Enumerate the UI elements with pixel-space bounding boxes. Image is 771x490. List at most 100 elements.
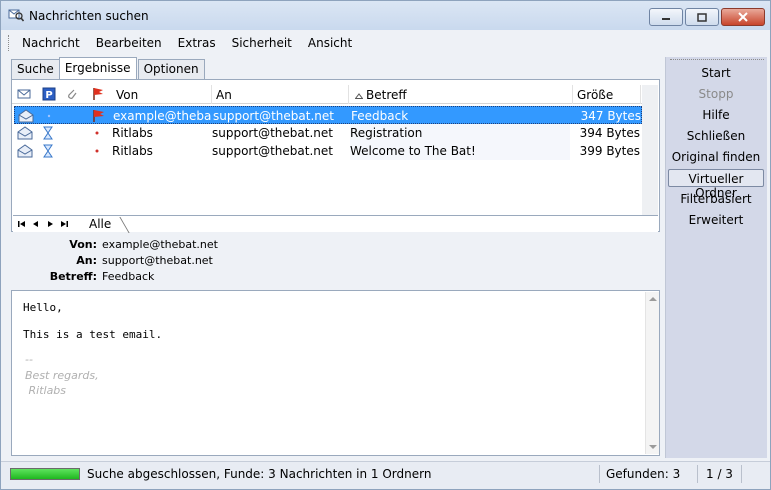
svg-text:P: P [45, 90, 52, 101]
column-an[interactable]: An [212, 85, 349, 104]
signature-line: Ritlabs [25, 384, 67, 397]
filter-based-button[interactable]: Filterbasiert [668, 190, 764, 208]
body-line: This is a test email. [23, 328, 163, 341]
read-mail-icon [17, 126, 33, 140]
close-button[interactable] [721, 8, 765, 26]
message-body[interactable]: Hello, This is a test email. -- Best reg… [11, 290, 660, 456]
read-mail-icon [18, 109, 34, 123]
status-text: Suche abgeschlossen, Funde: 3 Nachrichte… [87, 467, 432, 481]
column-groesse[interactable]: Größe [573, 85, 641, 104]
tab-suche[interactable]: Suche [11, 59, 60, 79]
start-button[interactable]: Start [668, 64, 764, 82]
column-header: P Von An Betreff Größe [12, 85, 657, 104]
to-value: support@thebat.net [102, 254, 213, 267]
search-progress-bar [10, 468, 80, 480]
envelope-icon [17, 89, 31, 99]
tab-ergebnisse[interactable]: Ergebnisse [58, 57, 137, 79]
scroll-down-icon[interactable] [649, 445, 657, 449]
signature-line: -- [25, 353, 33, 366]
normal-priority-icon [47, 114, 51, 118]
row-size: 394 Bytes [579, 126, 640, 140]
from-label: Von: [69, 238, 97, 251]
dot-icon [95, 149, 99, 153]
to-label: An: [76, 254, 97, 267]
find-original-button[interactable]: Original finden [668, 148, 764, 166]
row-subject: Registration [350, 126, 423, 140]
attachment-icon [68, 89, 77, 99]
signature-line: Best regards, [25, 369, 99, 382]
navigation-strip: Alle [13, 215, 658, 232]
menu-ansicht[interactable]: Ansicht [300, 36, 360, 50]
found-count: Gefunden: 3 [606, 467, 681, 481]
column-von[interactable]: Von [112, 85, 212, 104]
last-icon[interactable] [59, 219, 69, 229]
row-subject: Welcome to The Bat! [350, 144, 476, 158]
window-title: Nachrichten suchen [29, 9, 149, 23]
tab-alle[interactable]: Alle [85, 217, 119, 233]
read-mail-icon [17, 144, 33, 158]
subject-value: Feedback [102, 270, 155, 283]
close-panel-button[interactable]: Schließen [668, 127, 764, 145]
first-icon[interactable] [17, 219, 27, 229]
menu-bearbeiten[interactable]: Bearbeiten [88, 36, 170, 50]
hourglass-icon [43, 126, 53, 140]
row-subject: Feedback [351, 109, 409, 123]
column-status[interactable] [12, 85, 38, 104]
dot-icon [95, 131, 99, 135]
help-button[interactable]: Hilfe [668, 106, 764, 124]
row-from: Ritlabs [112, 126, 153, 140]
table-row[interactable]: example@theba... support@thebat.net Feed… [14, 106, 642, 124]
tab-optionen[interactable]: Optionen [137, 59, 205, 79]
menu-sicherheit[interactable]: Sicherheit [224, 36, 300, 50]
message-header: Von: example@thebat.net An: support@theb… [11, 237, 660, 289]
title-bar: Nachrichten suchen [1, 1, 770, 30]
priority-icon: P [42, 87, 56, 101]
body-scrollbar[interactable] [645, 292, 659, 454]
menu-nachricht[interactable]: Nachricht [14, 36, 88, 50]
column-attachment[interactable] [60, 85, 84, 104]
panel-grip[interactable] [670, 59, 764, 61]
results-list: P Von An Betreff Größe example@theba sup… [11, 79, 660, 232]
row-to: support@thebat.net [212, 126, 333, 140]
menu-extras[interactable]: Extras [170, 36, 224, 50]
minimize-button[interactable] [649, 8, 683, 26]
column-flag[interactable] [84, 85, 112, 104]
column-betreff-label: Betreff [366, 88, 407, 102]
subject-label: Betreff: [49, 270, 97, 283]
menu-bar: Nachricht Bearbeiten Extras Sicherheit A… [8, 31, 352, 54]
maximize-button[interactable] [685, 8, 719, 26]
next-icon[interactable] [45, 219, 55, 229]
row-size: 399 Bytes [579, 144, 640, 158]
row-from: example@theba... [113, 109, 211, 123]
virtual-folder-button[interactable]: Virtueller Ordner [668, 169, 764, 200]
action-panel: Start Stopp Hilfe Schließen Original fin… [665, 57, 767, 458]
toolbar-grip[interactable] [8, 34, 9, 51]
stop-button[interactable]: Stopp [668, 85, 764, 103]
row-size: 347 Bytes [580, 109, 641, 123]
minimize-icon [662, 18, 670, 20]
status-bar: Suche abgeschlossen, Funde: 3 Nachrichte… [1, 461, 770, 489]
page-indicator: 1 / 3 [706, 467, 733, 481]
column-priority[interactable]: P [38, 85, 60, 104]
flag-icon [93, 88, 103, 100]
row-from: Ritlabs [112, 144, 153, 158]
row-to: support@thebat.net [213, 109, 334, 123]
previous-icon[interactable] [31, 219, 41, 229]
flag-icon [93, 110, 104, 122]
scroll-up-icon[interactable] [649, 297, 657, 301]
body-line: Hello, [23, 301, 63, 314]
from-value: example@thebat.net [102, 238, 218, 251]
advanced-button[interactable]: Erweitert [668, 211, 764, 229]
close-icon [738, 12, 748, 22]
hourglass-icon [43, 144, 53, 158]
search-window: Nachrichten suchen Nachricht Bearbeiten … [0, 0, 771, 490]
table-row[interactable]: Ritlabs support@thebat.net Registration … [14, 124, 642, 142]
list-scrollbar[interactable] [642, 85, 658, 229]
table-row[interactable]: Ritlabs support@thebat.net Welcome to Th… [14, 142, 642, 160]
row-to: support@thebat.net [212, 144, 333, 158]
search-messages-icon [8, 9, 24, 22]
maximize-icon [697, 12, 707, 22]
column-betreff[interactable]: Betreff [349, 85, 573, 104]
sort-ascending-icon [354, 93, 364, 99]
tab-strip: Suche Ergebnisse Optionen [11, 57, 205, 79]
